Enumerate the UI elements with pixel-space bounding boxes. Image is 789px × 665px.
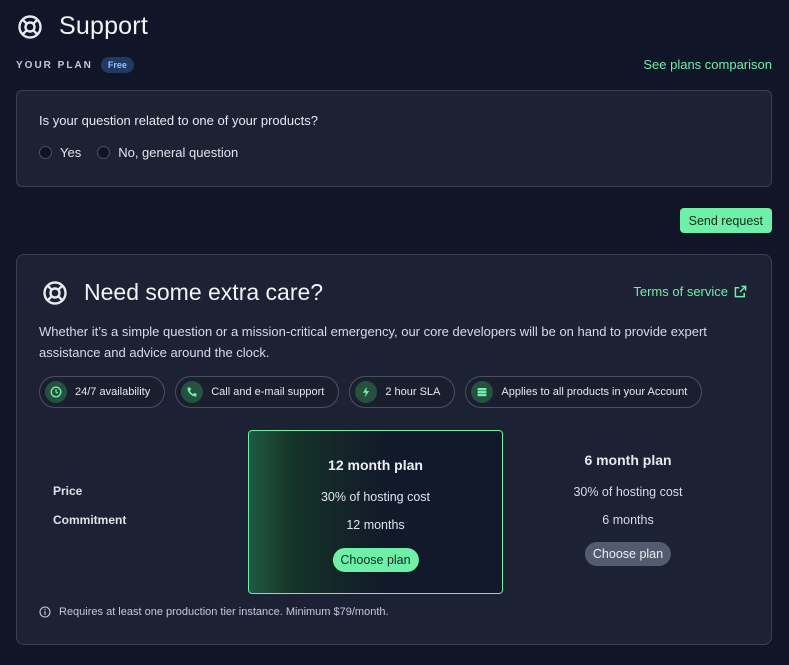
support-page: Support YOUR PLAN Free See plans compari… [0,0,789,665]
care-description: Whether it’s a simple question or a miss… [39,324,707,360]
phone-icon [181,381,204,403]
radio-no-general[interactable]: No, general question [97,145,238,160]
plan-12-month: 12 month plan 30% of hosting cost 12 mon… [248,430,503,594]
plan-commitment: 6 months [602,513,654,527]
feature-label: Call and e-mail support [211,386,325,398]
feature-chip: 2 hour SLA [349,376,456,408]
footnote-text: Requires at least one production tier in… [59,606,389,618]
feature-label: 24/7 availability [75,386,151,398]
terms-link-label: Terms of service [633,284,728,299]
feature-label: Applies to all products in your Account [501,386,688,398]
clock-icon [45,381,67,403]
footnote: Requires at least one production tier in… [39,606,389,618]
extra-care-card: Need some extra care? Terms of service W… [16,254,772,645]
plan-title: 6 month plan [584,452,672,468]
plan-label: YOUR PLAN [16,59,93,71]
plan-badge: Free [100,57,134,73]
plan-row-labels: Price Commitment [53,484,126,527]
radio-button[interactable] [97,146,111,159]
commitment-row-label: Commitment [53,513,127,527]
database-icon [471,381,494,403]
care-title: Need some extra care? [84,279,324,305]
plan-price: 30% of hosting cost [320,490,431,504]
terms-of-service-link[interactable]: Terms of service [633,284,747,299]
lightning-icon [355,381,378,403]
care-header: Need some extra care? [42,279,323,306]
choose-plan-button[interactable]: Choose plan [332,548,419,572]
radio-label: No, general question [118,145,239,160]
choose-plan-button[interactable]: Choose plan [584,542,672,566]
plan-commitment: 12 months [346,518,405,532]
plan-6-month: 6 month plan 30% of hosting cost 6 month… [503,430,753,594]
external-link-icon [734,285,747,298]
send-request-button[interactable]: Send request [679,208,772,233]
plans-comparison-link[interactable]: See plans comparison [643,57,772,72]
question-text: Is your question related to one of your … [39,113,318,128]
info-icon [39,606,51,618]
page-header: Support [17,12,148,41]
plan-price: 30% of hosting cost [573,485,683,499]
feature-chip: 24/7 availability [39,376,166,408]
plan-title: 12 month plan [328,457,423,473]
radio-yes[interactable]: Yes [39,145,81,160]
plan-info: YOUR PLAN Free [16,57,134,73]
lifebuoy-icon [18,14,42,39]
radio-button[interactable] [39,146,52,159]
feature-chip: Call and e-mail support [175,376,340,408]
lifebuoy-icon [43,280,67,305]
feature-chip: Applies to all products in your Account [465,376,703,408]
price-row-label: Price [53,484,83,498]
feature-chips: 24/7 availability Call and e-mail suppor… [39,376,703,408]
question-card: Is your question related to one of your … [16,90,772,187]
feature-label: 2 hour SLA [385,386,441,398]
radio-label: Yes [60,145,82,160]
page-title: Support [59,12,148,40]
question-radio-group: Yes No, general question [39,145,238,160]
